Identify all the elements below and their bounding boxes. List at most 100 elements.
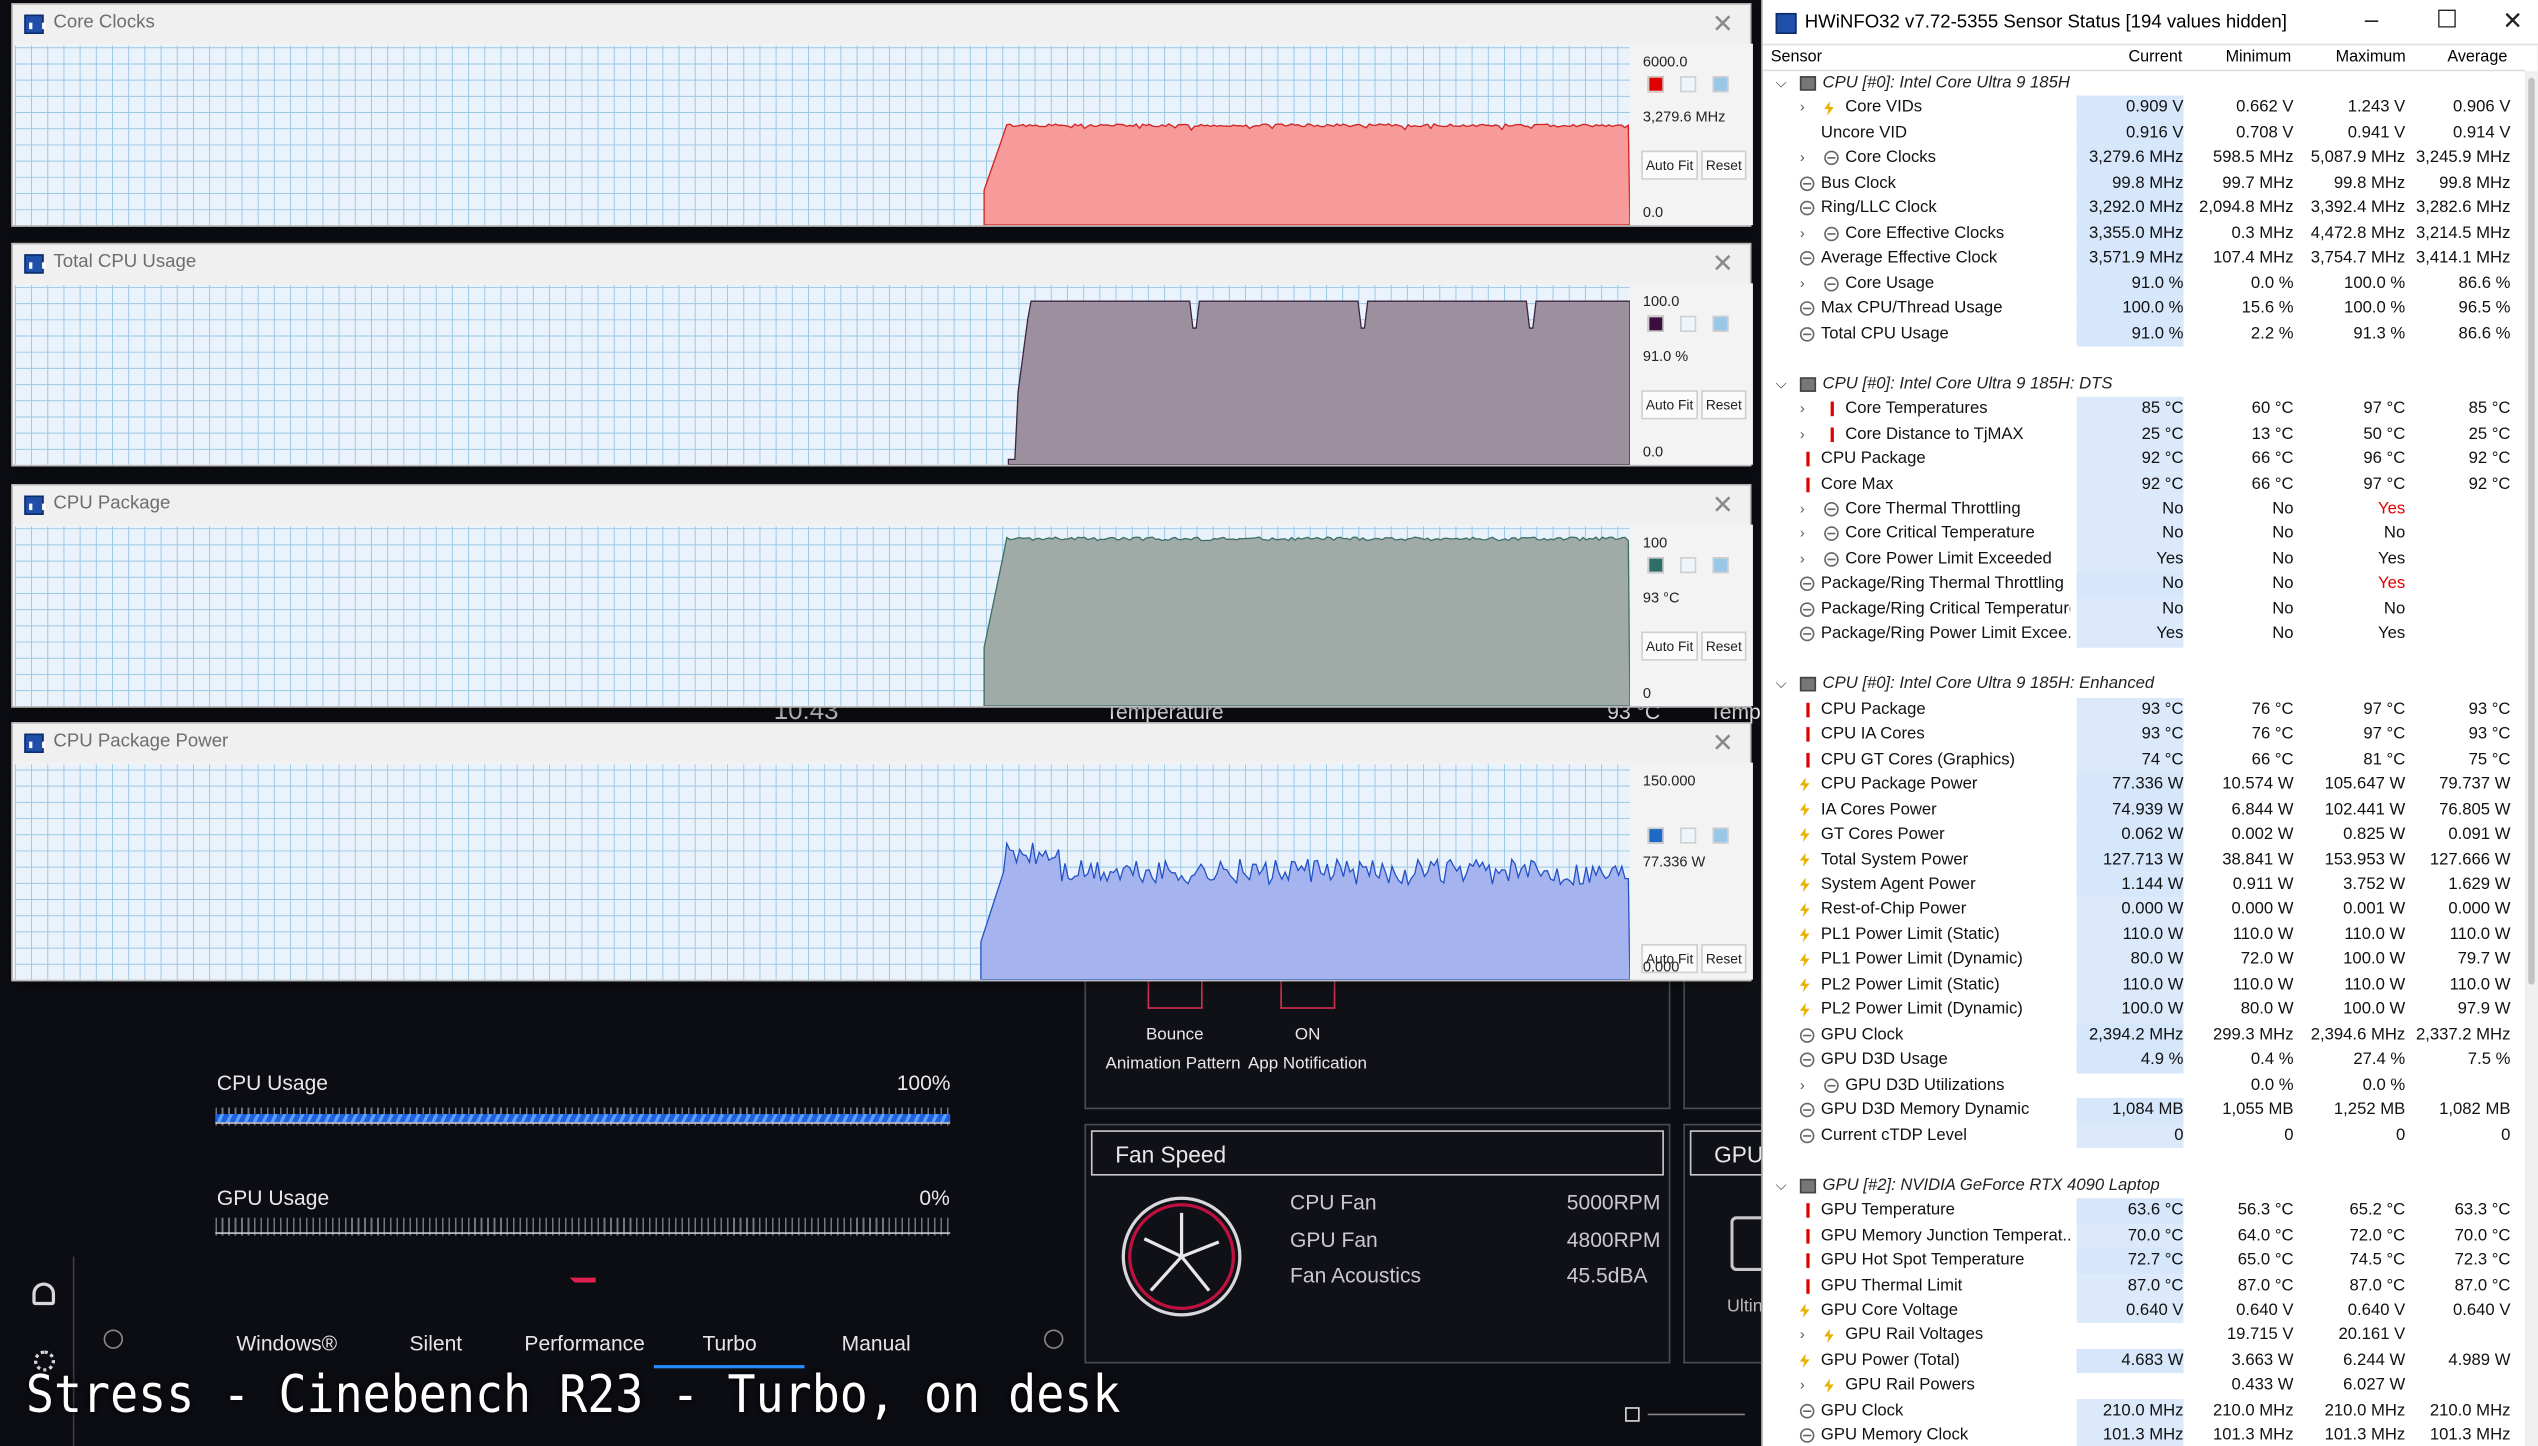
expand-chevron-icon[interactable]: › xyxy=(1800,1324,1805,1349)
graph-color-swatch[interactable] xyxy=(1647,557,1664,574)
sensor-row[interactable]: CPU GT Cores (Graphics) 74 °C 66 °C 81 °C 75… xyxy=(1763,747,2525,773)
sensor-group-row[interactable]: ⌵ CPU [#0]: Intel Core Ultra 9 185H xyxy=(1763,71,2525,96)
graph-title-bar[interactable]: CPU Package ✕ xyxy=(12,485,1750,525)
expand-chevron-icon[interactable]: › xyxy=(1800,422,1805,447)
sensor-row[interactable]: › Core Power Limit Exceeded Yes No Yes xyxy=(1763,547,2525,573)
column-current[interactable]: Current xyxy=(2128,49,2182,67)
mode-tab-performance[interactable]: Performance xyxy=(524,1331,644,1355)
bounce-pattern-icon[interactable] xyxy=(1147,979,1203,1009)
mode-tab-silent[interactable]: Silent xyxy=(410,1331,463,1355)
sensor-row[interactable]: IA Cores Power 74.939 W 6.844 W 102.441 W 76… xyxy=(1763,797,2525,823)
sensor-row[interactable]: GPU D3D Memory Dynamic 1,084 MB 1,055 MB 1,… xyxy=(1763,1098,2525,1124)
reset-button[interactable]: Reset xyxy=(1701,631,1747,661)
graph-bg-swatch[interactable] xyxy=(1680,557,1697,574)
sensor-row[interactable]: Max CPU/Thread Usage 100.0 % 15.6 % 100.0 %… xyxy=(1763,296,2525,322)
graph-close-icon[interactable]: ✕ xyxy=(1712,727,1734,759)
sensor-row[interactable]: › GPU D3D Utilizations 0.0 % 0.0 % xyxy=(1763,1073,2525,1098)
sensor-row[interactable]: Uncore VID 0.916 V 0.708 V 0.941 V 0.914 V xyxy=(1763,121,2525,147)
sensor-row[interactable]: Package/Ring Power Limit Excee... Yes No Ye… xyxy=(1763,622,2525,648)
sensor-row[interactable]: GPU Temperature 63.6 °C 56.3 °C 65.2 °C 63.3… xyxy=(1763,1198,2525,1224)
graph-title-bar[interactable]: Core Clocks ✕ xyxy=(12,4,1750,44)
sensor-row[interactable]: › Core Usage 91.0 % 0.0 % 100.0 % 86.6 % xyxy=(1763,271,2525,297)
graph-color-swatch[interactable] xyxy=(1647,827,1664,844)
graph-window-cpu-package-power[interactable]: CPU Package Power ✕ 150.000 77.336 W Auto Fi… xyxy=(11,722,1753,982)
mode-tab-turbo[interactable]: Turbo xyxy=(702,1331,756,1355)
sensor-row[interactable]: GPU Memory Clock 101.3 MHz 101.3 MHz 101.3 … xyxy=(1763,1423,2525,1446)
sensor-row[interactable]: GPU Clock 2,394.2 MHz 299.3 MHz 2,394.6 MHz… xyxy=(1763,1023,2525,1049)
graph-bg-swatch[interactable] xyxy=(1680,827,1697,844)
graph-close-icon[interactable]: ✕ xyxy=(1712,248,1734,280)
sensor-row[interactable]: PL2 Power Limit (Static) 110.0 W 110.0 W 11… xyxy=(1763,972,2525,999)
graph-grid-swatch[interactable] xyxy=(1712,557,1729,574)
sensor-row[interactable]: GPU Hot Spot Temperature 72.7 °C 65.0 °C 74… xyxy=(1763,1248,2525,1274)
sensor-row[interactable]: PL1 Power Limit (Static) 110.0 W 110.0 W 11… xyxy=(1763,922,2525,948)
expand-chevron-icon[interactable]: › xyxy=(1800,547,1805,572)
collapse-chevron-icon[interactable]: ⌵ xyxy=(1776,1173,1787,1198)
expand-chevron-icon[interactable]: › xyxy=(1800,1374,1805,1399)
expand-chevron-icon[interactable]: › xyxy=(1800,522,1805,547)
sensor-row[interactable]: GPU Core Voltage 0.640 V 0.640 V 0.640 V 0.6… xyxy=(1763,1298,2525,1324)
sensor-row[interactable]: › Core VIDs 0.909 V 0.662 V 1.243 V 0.906 V xyxy=(1763,96,2525,122)
graph-window-cpu-package[interactable]: CPU Package ✕ 100 93 °C Auto Fit Reset 0 xyxy=(11,484,1753,708)
column-average[interactable]: Average xyxy=(2447,49,2507,67)
sensor-row[interactable]: CPU Package 92 °C 66 °C 96 °C 92 °C xyxy=(1763,446,2525,473)
sensor-row[interactable]: GPU Memory Junction Temperat... 70.0 °C 64… xyxy=(1763,1223,2525,1249)
collapse-chevron-icon[interactable]: ⌵ xyxy=(1776,672,1787,697)
expand-chevron-icon[interactable]: › xyxy=(1800,272,1805,297)
sensor-row[interactable]: Package/Ring Thermal Throttling No No Yes xyxy=(1763,572,2525,598)
notification-bell-icon[interactable] xyxy=(32,1282,56,1306)
column-maximum[interactable]: Maximum xyxy=(2336,49,2406,67)
sensor-row[interactable]: GT Cores Power 0.062 W 0.002 W 0.825 W 0.091… xyxy=(1763,822,2525,848)
sensor-row[interactable]: › GPU Rail Powers 0.433 W 6.027 W xyxy=(1763,1374,2525,1399)
expand-chevron-icon[interactable]: › xyxy=(1800,1073,1805,1098)
sensor-row[interactable]: CPU Package 93 °C 76 °C 97 °C 93 °C xyxy=(1763,697,2525,723)
sensor-row[interactable]: GPU Power (Total) 4.683 W 3.663 W 6.244 W 4.… xyxy=(1763,1348,2525,1374)
sensor-row[interactable]: GPU Thermal Limit 87.0 °C 87.0 °C 87.0 °C 87… xyxy=(1763,1273,2525,1299)
sensor-row[interactable]: System Agent Power 1.144 W 0.911 W 3.752 W 1… xyxy=(1763,872,2525,898)
minimize-button[interactable]: – xyxy=(2365,6,2379,34)
graph-grid-swatch[interactable] xyxy=(1712,76,1729,93)
collapse-chevron-icon[interactable]: ⌵ xyxy=(1776,71,1787,96)
mode-tab-windows[interactable]: Windows® xyxy=(236,1331,337,1355)
graph-grid-swatch[interactable] xyxy=(1712,315,1729,332)
collapse-chevron-icon[interactable]: ⌵ xyxy=(1776,372,1787,397)
sensor-row[interactable]: Bus Clock 99.8 MHz 99.7 MHz 99.8 MHz 99.8 MH… xyxy=(1763,171,2525,197)
close-button[interactable]: ✕ xyxy=(2502,6,2522,36)
graph-bg-swatch[interactable] xyxy=(1680,315,1697,332)
graph-close-icon[interactable]: ✕ xyxy=(1712,489,1734,521)
expand-chevron-icon[interactable]: › xyxy=(1800,222,1805,247)
sensor-row[interactable]: Package/Ring Critical Temperature No No No xyxy=(1763,597,2525,623)
graph-window-total-cpu-usage[interactable]: Total CPU Usage ✕ 100.0 91.0 % Auto Fit Reset… xyxy=(11,242,1753,467)
sensor-row[interactable]: Ring/LLC Clock 3,292.0 MHz 2,094.8 MHz 3,39… xyxy=(1763,196,2525,222)
graph-close-icon[interactable]: ✕ xyxy=(1712,8,1734,40)
sensor-group-row[interactable]: ⌵ CPU [#0]: Intel Core Ultra 9 185H: DTS xyxy=(1763,372,2525,397)
sensor-row[interactable]: Average Effective Clock 3,571.9 MHz 107.4 … xyxy=(1763,246,2525,272)
sensor-row[interactable]: Total CPU Usage 91.0 % 2.2 % 91.3 % 86.6 % xyxy=(1763,321,2525,347)
sensor-row[interactable]: › Core Thermal Throttling No No Yes xyxy=(1763,497,2525,523)
graph-color-swatch[interactable] xyxy=(1647,76,1664,93)
auto-fit-button[interactable]: Auto Fit xyxy=(1641,150,1698,180)
sensor-row[interactable]: › Core Clocks 3,279.6 MHz 598.5 MHz 5,087.9 … xyxy=(1763,146,2525,172)
mode-tab-manual[interactable]: Manual xyxy=(842,1331,911,1355)
sensor-row[interactable]: CPU Package Power 77.336 W 10.574 W 105.647… xyxy=(1763,772,2525,798)
sensor-row[interactable]: Rest-of-Chip Power 0.000 W 0.000 W 0.001 W 0… xyxy=(1763,897,2525,923)
sensor-row[interactable]: GPU D3D Usage 4.9 % 0.4 % 27.4 % 7.5 % xyxy=(1763,1048,2525,1074)
sensor-row[interactable]: › Core Temperatures 85 °C 60 °C 97 °C 85 °C xyxy=(1763,396,2525,422)
sensor-row[interactable]: › Core Critical Temperature No No No xyxy=(1763,522,2525,548)
reset-button[interactable]: Reset xyxy=(1701,944,1747,974)
graph-title-bar[interactable]: Total CPU Usage ✕ xyxy=(12,244,1750,284)
expand-chevron-icon[interactable]: › xyxy=(1800,146,1805,171)
graph-grid-swatch[interactable] xyxy=(1712,827,1729,844)
graph-window-core-clocks[interactable]: Core Clocks ✕ 6000.0 3,279.6 MHz Auto Fit Res… xyxy=(11,3,1753,227)
sensor-group-row[interactable]: ⌵ GPU [#2]: NVIDIA GeForce RTX 4090 Lapto… xyxy=(1763,1173,2525,1198)
sensor-group-row[interactable]: ⌵ CPU [#0]: Intel Core Ultra 9 185H: Enha… xyxy=(1763,672,2525,697)
column-minimum[interactable]: Minimum xyxy=(2226,49,2292,67)
sensor-row[interactable]: CPU IA Cores 93 °C 76 °C 97 °C 93 °C xyxy=(1763,722,2525,748)
sensor-row[interactable]: › Core Effective Clocks 3,355.0 MHz 0.3 MHz… xyxy=(1763,221,2525,247)
sensor-scrollbar[interactable] xyxy=(2525,71,2538,1446)
sensor-row[interactable]: Core Max 92 °C 66 °C 97 °C 92 °C xyxy=(1763,472,2525,498)
maximize-button[interactable]: ☐ xyxy=(2436,5,2458,34)
reset-button[interactable]: Reset xyxy=(1701,150,1747,180)
sensor-row[interactable]: GPU Clock 210.0 MHz 210.0 MHz 210.0 MHz 210.… xyxy=(1763,1398,2525,1424)
expand-chevron-icon[interactable]: › xyxy=(1800,96,1805,121)
